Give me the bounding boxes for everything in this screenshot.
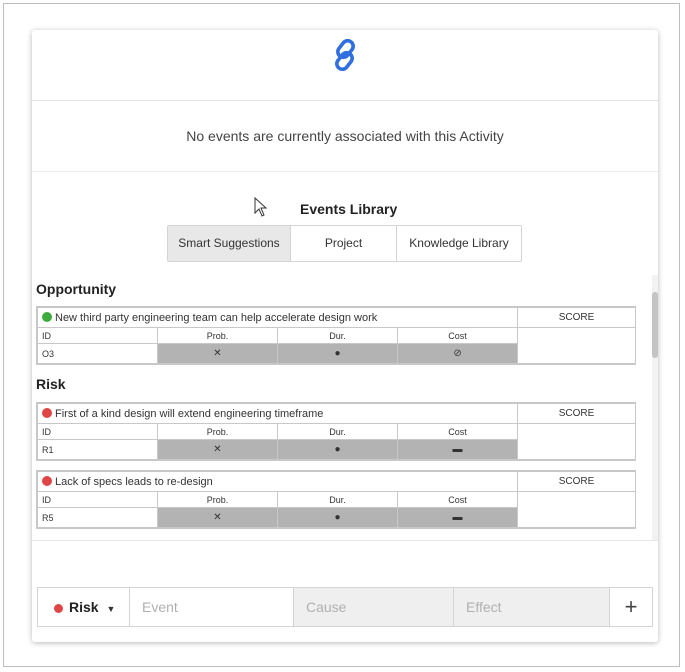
column-header-prob: Prob.	[157, 423, 278, 440]
status-dot-icon	[42, 475, 52, 486]
tab-project[interactable]: Project	[291, 226, 397, 261]
tab-knowledge-library[interactable]: Knowledge Library	[397, 226, 521, 261]
events-panel: No events are currently associated with …	[32, 30, 658, 642]
panel-header	[32, 30, 658, 101]
event-title: Lack of specs leads to re-design	[36, 471, 519, 492]
cost-icon[interactable]: ⊘	[396, 343, 519, 364]
events-list[interactable]: Opportunity New third party engineering …	[32, 275, 658, 540]
status-dot-icon	[42, 311, 52, 322]
score-cell	[517, 423, 637, 460]
library-tabs: Smart Suggestions Project Knowledge Libr…	[167, 225, 522, 262]
section-title-opportunity: Opportunity	[36, 281, 117, 297]
events-library-title: Events Library	[300, 201, 398, 217]
section-title-risk: Risk	[36, 376, 66, 392]
prob-icon[interactable]: ✕	[157, 507, 278, 528]
column-header-dur: Dur.	[277, 491, 398, 508]
prob-icon[interactable]: ✕	[157, 343, 278, 364]
event-text: New third party engineering team can hel…	[55, 311, 378, 324]
divider	[32, 540, 658, 541]
column-header-prob: Prob.	[157, 491, 278, 508]
score-label: SCORE	[517, 307, 637, 328]
link-icon[interactable]	[327, 37, 363, 73]
score-label: SCORE	[517, 403, 637, 424]
column-header-cost: Cost	[396, 491, 519, 508]
event-title: New third party engineering team can hel…	[36, 307, 519, 328]
scrollbar-thumb[interactable]	[652, 292, 658, 358]
caret-down-icon: ▼	[106, 604, 116, 614]
column-header-cost: Cost	[396, 423, 519, 440]
column-header-id: ID	[37, 327, 158, 344]
event-card[interactable]: Lack of specs leads to re-design SCORE I…	[36, 470, 637, 529]
score-cell	[517, 327, 637, 364]
divider	[32, 171, 658, 172]
duration-icon[interactable]: ●	[277, 343, 398, 364]
event-type-label: Risk	[69, 599, 99, 615]
event-id: R5	[37, 507, 158, 528]
empty-message: No events are currently associated with …	[186, 128, 504, 144]
mouse-cursor-icon	[254, 197, 268, 217]
risk-dot-icon	[54, 604, 63, 613]
event-card[interactable]: New third party engineering team can hel…	[36, 306, 637, 365]
duration-icon[interactable]: ●	[277, 439, 398, 460]
event-title: First of a kind design will extend engin…	[36, 403, 519, 424]
tab-smart-suggestions[interactable]: Smart Suggestions	[168, 226, 291, 261]
column-header-id: ID	[37, 491, 158, 508]
cost-icon[interactable]: ▬	[396, 507, 519, 528]
column-header-prob: Prob.	[157, 327, 278, 344]
new-event-bar: Risk ▼ Event Cause Effect +	[37, 587, 653, 627]
event-id: R1	[37, 439, 158, 460]
score-label: SCORE	[517, 471, 637, 492]
effect-input[interactable]: Effect	[454, 588, 610, 626]
column-header-cost: Cost	[396, 327, 519, 344]
column-header-id: ID	[37, 423, 158, 440]
event-text: Lack of specs leads to re-design	[55, 475, 213, 488]
event-type-dropdown[interactable]: Risk ▼	[38, 588, 130, 626]
status-dot-icon	[42, 407, 52, 418]
cost-icon[interactable]: ▬	[396, 439, 519, 460]
event-card[interactable]: First of a kind design will extend engin…	[36, 402, 637, 461]
prob-icon[interactable]: ✕	[157, 439, 278, 460]
event-text: First of a kind design will extend engin…	[55, 407, 324, 420]
score-cell	[517, 491, 637, 528]
event-input[interactable]: Event	[130, 588, 294, 626]
cause-input[interactable]: Cause	[294, 588, 454, 626]
column-header-dur: Dur.	[277, 327, 398, 344]
add-event-button[interactable]: +	[610, 588, 652, 626]
event-id: O3	[37, 343, 158, 364]
column-header-dur: Dur.	[277, 423, 398, 440]
duration-icon[interactable]: ●	[277, 507, 398, 528]
